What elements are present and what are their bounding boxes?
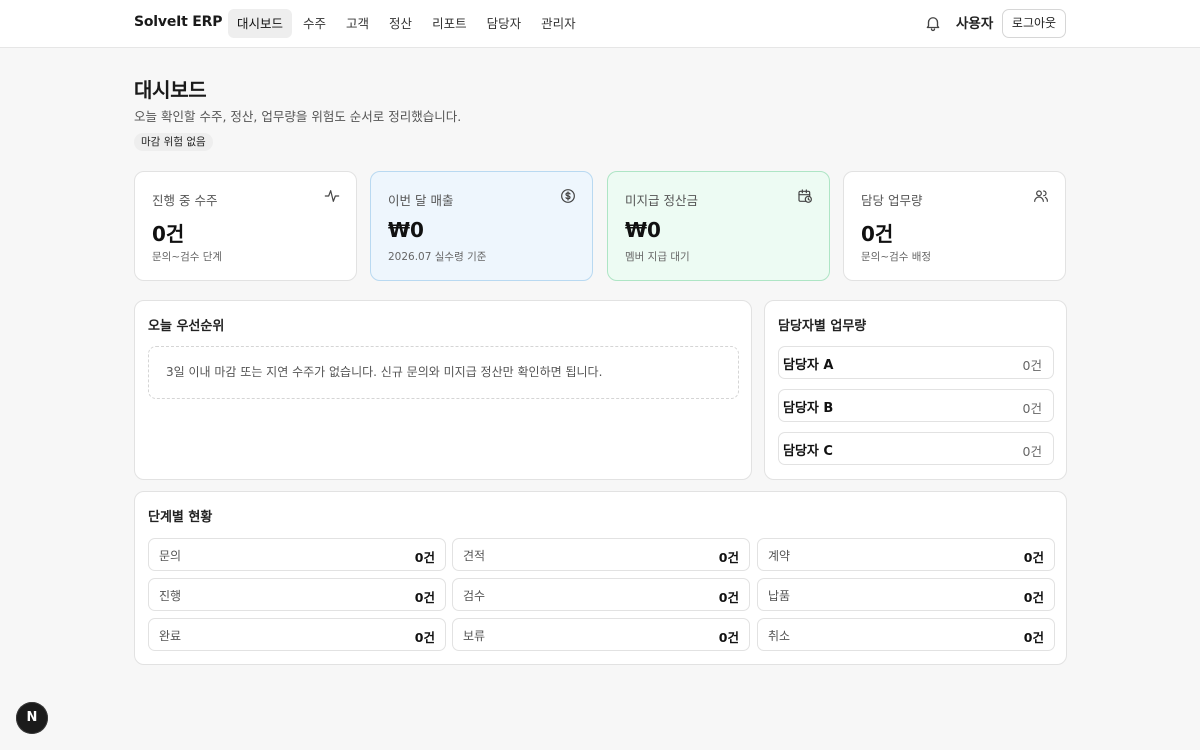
stage-item-in-progress[interactable]: 진행 0건 xyxy=(148,578,446,611)
panel-title: 오늘 우선순위 xyxy=(148,319,225,334)
worker-row[interactable]: 담당자 B 0건 xyxy=(778,389,1054,422)
worker-count: 0건 xyxy=(1022,358,1042,373)
worker-count: 0건 xyxy=(1022,444,1042,459)
nav-orders[interactable]: 수주 xyxy=(294,9,335,38)
stage-count: 0건 xyxy=(1023,550,1044,565)
nav-admin[interactable]: 관리자 xyxy=(532,9,585,38)
user-name: 사용자 xyxy=(956,16,994,32)
panel-title: 담당자별 업무량 xyxy=(778,319,867,334)
nav-settlement[interactable]: 정산 xyxy=(380,9,421,38)
page-subtitle: 오늘 확인할 수주, 정산, 업무량을 위험도 순서로 정리했습니다. xyxy=(134,109,462,124)
stage-count: 0건 xyxy=(1023,630,1044,645)
status-badge: 마감 위험 없음 xyxy=(134,133,213,151)
worker-name: 담당자 C xyxy=(783,444,833,459)
stage-label: 계약 xyxy=(768,549,791,563)
stage-item-contract[interactable]: 계약 0건 xyxy=(757,538,1055,571)
stat-description: 문의~검수 단계 xyxy=(152,251,223,263)
worker-name: 담당자 B xyxy=(783,401,834,416)
nav-assignees[interactable]: 담당자 xyxy=(478,9,531,38)
stage-label: 견적 xyxy=(463,549,486,563)
panel-title: 단계별 현황 xyxy=(148,510,213,525)
stage-label: 검수 xyxy=(463,589,486,603)
stage-count: 0건 xyxy=(414,590,435,605)
stat-description: 멤버 지급 대기 xyxy=(625,251,690,263)
users-icon xyxy=(1034,190,1048,202)
stage-label: 완료 xyxy=(159,629,182,643)
stage-item-cancelled[interactable]: 취소 0건 xyxy=(757,618,1055,651)
stat-label: 진행 중 수주 xyxy=(152,193,218,208)
stage-count: 0건 xyxy=(718,630,739,645)
stage-item-quote[interactable]: 견적 0건 xyxy=(452,538,750,571)
stage-label: 납품 xyxy=(768,589,791,603)
activity-icon xyxy=(324,190,340,202)
stage-count: 0건 xyxy=(414,550,435,565)
worker-row[interactable]: 담당자 C 0건 xyxy=(778,432,1054,465)
stage-item-on-hold[interactable]: 보류 0건 xyxy=(452,618,750,651)
brand-logo[interactable]: SolveIt ERP xyxy=(134,14,223,30)
logout-button[interactable]: 로그아웃 xyxy=(1002,9,1066,38)
bell-icon[interactable] xyxy=(924,14,942,32)
stat-card-workload[interactable]: 담당 업무량 0건 문의~검수 배정 xyxy=(843,171,1066,281)
stage-status-panel: 단계별 현황 문의 0건 견적 0건 계약 0건 진행 0건 검수 0건 납품 … xyxy=(134,491,1067,665)
stage-item-inspection[interactable]: 검수 0건 xyxy=(452,578,750,611)
stat-value: ₩0 xyxy=(388,218,424,242)
stage-label: 취소 xyxy=(768,629,791,643)
top-navbar: SolveIt ERP 대시보드 수주 고객 정산 리포트 담당자 관리자 사용… xyxy=(0,0,1200,48)
dollar-circle-icon xyxy=(561,189,575,203)
stat-label: 미지급 정산금 xyxy=(625,193,698,208)
worker-name: 담당자 A xyxy=(783,358,834,373)
nav-dashboard[interactable]: 대시보드 xyxy=(228,9,293,38)
stage-count: 0건 xyxy=(718,590,739,605)
stage-label: 문의 xyxy=(159,549,182,563)
stat-card-unpaid-settlement[interactable]: 미지급 정산금 ₩0 멤버 지급 대기 xyxy=(607,171,830,281)
stat-value: 0건 xyxy=(152,222,185,246)
stat-value: ₩0 xyxy=(625,218,661,242)
main-nav: 대시보드 수주 고객 정산 리포트 담당자 관리자 xyxy=(228,9,587,38)
stage-count: 0건 xyxy=(1023,590,1044,605)
stat-label: 이번 달 매출 xyxy=(388,193,454,208)
empty-state-message: 3일 이내 마감 또는 지연 수주가 없습니다. 신규 문의와 미지급 정산만 … xyxy=(148,346,739,399)
stat-card-active-orders[interactable]: 진행 중 수주 0건 문의~검수 단계 xyxy=(134,171,357,281)
priority-panel: 오늘 우선순위 3일 이내 마감 또는 지연 수주가 없습니다. 신규 문의와 … xyxy=(134,300,752,480)
stat-description: 2026.07 실수령 기준 xyxy=(388,251,487,263)
stage-item-completed[interactable]: 완료 0건 xyxy=(148,618,446,651)
stage-item-inquiry[interactable]: 문의 0건 xyxy=(148,538,446,571)
stat-card-monthly-revenue[interactable]: 이번 달 매출 ₩0 2026.07 실수령 기준 xyxy=(370,171,593,281)
page-title: 대시보드 xyxy=(134,78,207,102)
nav-reports[interactable]: 리포트 xyxy=(423,9,476,38)
stat-value: 0건 xyxy=(861,222,894,246)
worker-count: 0건 xyxy=(1022,401,1042,416)
stage-count: 0건 xyxy=(718,550,739,565)
worker-row[interactable]: 담당자 A 0건 xyxy=(778,346,1054,379)
stage-count: 0건 xyxy=(414,630,435,645)
workload-panel: 담당자별 업무량 담당자 A 0건 담당자 B 0건 담당자 C 0건 xyxy=(764,300,1067,480)
stage-label: 보류 xyxy=(463,629,486,643)
nav-customers[interactable]: 고객 xyxy=(337,9,378,38)
stat-label: 담당 업무량 xyxy=(861,193,923,208)
stat-description: 문의~검수 배정 xyxy=(861,251,932,263)
stage-label: 진행 xyxy=(159,589,182,603)
calendar-clock-icon xyxy=(798,189,812,203)
dev-tools-button[interactable]: N xyxy=(16,702,48,734)
stage-item-delivery[interactable]: 납품 0건 xyxy=(757,578,1055,611)
